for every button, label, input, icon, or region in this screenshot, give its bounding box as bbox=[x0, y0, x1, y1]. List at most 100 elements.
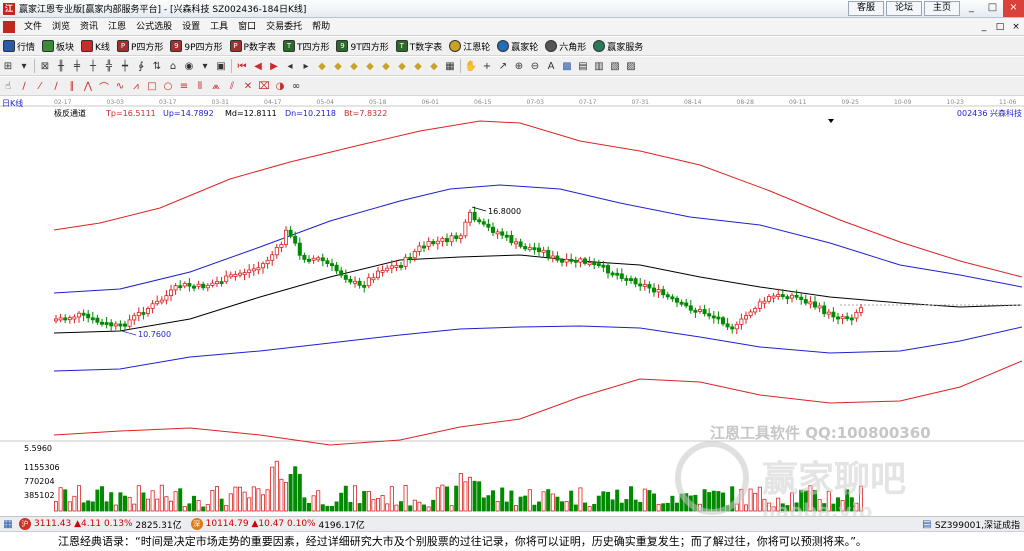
tool-gann-wheel[interactable]: 江恩轮 bbox=[449, 40, 490, 53]
grid-stack-icon[interactable]: ▦ bbox=[443, 59, 457, 73]
tool-9p-square[interactable]: 9 9P四方形 bbox=[170, 40, 223, 53]
export-icon[interactable]: ▨ bbox=[624, 59, 638, 73]
homepage-link[interactable]: 主页 bbox=[924, 1, 960, 16]
menu-help[interactable]: 帮助 bbox=[307, 18, 335, 36]
arc-draw-icon[interactable]: ⌒ bbox=[97, 79, 111, 94]
diamond-icon[interactable]: ◆ bbox=[427, 59, 441, 73]
volume-style-icon[interactable]: ╬ bbox=[102, 59, 116, 73]
sh-index[interactable]: 沪 3111.43 ▲4.11 0.13% 2825.31亿 bbox=[16, 518, 182, 531]
dropdown-icon[interactable]: ▾ bbox=[198, 59, 212, 73]
bar-style-icon[interactable]: ╪ bbox=[70, 59, 84, 73]
zigzag-draw-icon[interactable]: ⩕ bbox=[209, 79, 223, 93]
diamond-icon[interactable]: ◆ bbox=[379, 59, 393, 73]
mdi-minimize-button[interactable]: _ bbox=[976, 22, 992, 32]
channel-draw-icon[interactable]: ∥ bbox=[65, 79, 79, 93]
zoom-icon[interactable]: ⊠ bbox=[38, 59, 52, 73]
tool-sector[interactable]: 板块 bbox=[42, 40, 74, 53]
tool-service[interactable]: 赢家服务 bbox=[593, 40, 643, 53]
color-icon[interactable]: ◑ bbox=[273, 79, 287, 93]
current-symbol[interactable]: ▤ SZ399001,深证成指 bbox=[919, 517, 1020, 531]
ellipse-draw-icon[interactable]: ○ bbox=[161, 79, 175, 93]
grid-icon[interactable]: ▦ bbox=[1, 517, 15, 531]
tool-quotes[interactable]: 行情 bbox=[3, 40, 35, 53]
wave-draw-icon[interactable]: ∿ bbox=[113, 79, 127, 93]
line-draw-icon[interactable]: ∕ bbox=[17, 79, 31, 93]
trend-draw-icon[interactable]: ⁄ bbox=[33, 79, 47, 93]
gann-fan-icon[interactable]: ⩘ bbox=[129, 79, 143, 93]
minimize-button[interactable]: _ bbox=[961, 0, 982, 17]
mark-icon[interactable]: ✕ bbox=[241, 79, 255, 93]
back-icon[interactable]: ◂ bbox=[283, 59, 297, 73]
prev-icon[interactable]: ◀ bbox=[251, 59, 265, 73]
overlay-icon[interactable]: ◉ bbox=[182, 59, 196, 73]
calculator-icon[interactable]: ▤ bbox=[576, 59, 590, 73]
period-icon[interactable]: ∳ bbox=[134, 59, 148, 73]
close-button[interactable]: × bbox=[1003, 0, 1024, 17]
dropdown-icon[interactable]: ▾ bbox=[17, 59, 31, 73]
channel-bands bbox=[53, 120, 1023, 446]
tool-t-square[interactable]: T T四方形 bbox=[282, 40, 329, 53]
diamond-icon[interactable]: ◆ bbox=[395, 59, 409, 73]
arrow-icon[interactable]: ↗ bbox=[496, 59, 510, 73]
mdi-restore-button[interactable]: □ bbox=[992, 22, 1008, 32]
candle-style-icon[interactable]: ╫ bbox=[54, 59, 68, 73]
pointer-icon[interactable]: ☝ bbox=[1, 79, 15, 93]
ohlc-icon[interactable]: ┿ bbox=[118, 59, 132, 73]
customer-service-link[interactable]: 客服 bbox=[848, 1, 884, 16]
save-icon[interactable]: ▥ bbox=[592, 59, 606, 73]
kline-chart[interactable]: 日K线 极反通道 Tp=16.5111 Up=14.7892 Md=12.811… bbox=[0, 97, 1024, 523]
delete-icon[interactable]: ⌧ bbox=[257, 79, 271, 93]
service-icon bbox=[593, 40, 606, 52]
menu-file[interactable]: 文件 bbox=[19, 18, 47, 36]
menu-browse[interactable]: 浏览 bbox=[47, 18, 75, 36]
link-icon[interactable]: ∞ bbox=[289, 79, 303, 93]
diamond-icon[interactable]: ◆ bbox=[331, 59, 345, 73]
diamond-icon[interactable]: ◆ bbox=[363, 59, 377, 73]
hand-icon[interactable]: ✋ bbox=[464, 59, 478, 73]
menu-formula-screen[interactable]: 公式选股 bbox=[131, 18, 177, 36]
menu-gann[interactable]: 江恩 bbox=[103, 18, 131, 36]
tool-kline[interactable]: K线 bbox=[81, 40, 110, 53]
fan-draw-icon[interactable]: ⋀ bbox=[81, 79, 95, 93]
tool-winner-wheel[interactable]: 赢家轮 bbox=[497, 40, 538, 53]
menu-tools[interactable]: 工具 bbox=[205, 18, 233, 36]
lock-icon[interactable]: ⌂ bbox=[166, 59, 180, 73]
diamond-icon[interactable]: ◆ bbox=[347, 59, 361, 73]
next-icon[interactable]: ▶ bbox=[267, 59, 281, 73]
menu-news[interactable]: 资讯 bbox=[75, 18, 103, 36]
cursor-tool-icon[interactable]: ⊞ bbox=[1, 59, 15, 73]
sz-index[interactable]: 深 10114.79 ▲10.47 0.10% 4196.17亿 bbox=[188, 518, 365, 531]
diamond-icon[interactable]: ◆ bbox=[315, 59, 329, 73]
tool-9t-square[interactable]: 9 9T四方形 bbox=[336, 40, 389, 53]
zoom-out-icon[interactable]: ⊖ bbox=[528, 59, 542, 73]
compare-icon[interactable]: ⇅ bbox=[150, 59, 164, 73]
crosshair-icon[interactable]: + bbox=[480, 59, 494, 73]
tool-p-square[interactable]: P P四方形 bbox=[116, 40, 163, 53]
title-bar: 江 赢家江恩专业版[赢家内部服务平台] - [兴森科技 SZ002436-184… bbox=[0, 0, 1024, 18]
chart-canvas[interactable]: 日K线 极反通道 Tp=16.5111 Up=14.7892 Md=12.811… bbox=[0, 97, 1024, 523]
diamond-icon[interactable]: ◆ bbox=[411, 59, 425, 73]
image-icon[interactable]: ▩ bbox=[560, 59, 574, 73]
line-style-icon[interactable]: ┼ bbox=[86, 59, 100, 73]
first-icon[interactable]: ⏮ bbox=[235, 59, 249, 73]
forum-link[interactable]: 论坛 bbox=[886, 1, 922, 16]
volume-bar-down bbox=[500, 487, 505, 512]
print-icon[interactable]: ▧ bbox=[608, 59, 622, 73]
menu-settings[interactable]: 设置 bbox=[177, 18, 205, 36]
tool-p-table[interactable]: P P数字表 bbox=[229, 40, 276, 53]
menu-window[interactable]: 窗口 bbox=[233, 18, 261, 36]
fib-draw-icon[interactable]: ≡ bbox=[177, 79, 191, 93]
ray-draw-icon[interactable]: ∕ bbox=[49, 79, 63, 93]
forward-icon[interactable]: ▸ bbox=[299, 59, 313, 73]
mdi-close-button[interactable]: × bbox=[1008, 22, 1024, 32]
box-draw-icon[interactable]: □ bbox=[145, 79, 159, 93]
tool-hexagon[interactable]: 六角形 bbox=[545, 40, 586, 53]
text-icon[interactable]: A bbox=[544, 59, 558, 73]
zoom-in-icon[interactable]: ⊕ bbox=[512, 59, 526, 73]
speed-draw-icon[interactable]: ⫽ bbox=[225, 79, 239, 93]
maximize-button[interactable]: □ bbox=[982, 0, 1003, 17]
adjust-icon[interactable]: ▣ bbox=[214, 59, 228, 73]
cycle-draw-icon[interactable]: ⦀ bbox=[193, 79, 207, 93]
menu-trade[interactable]: 交易委托 bbox=[261, 18, 307, 36]
tool-t-table[interactable]: T T数字表 bbox=[395, 40, 442, 53]
